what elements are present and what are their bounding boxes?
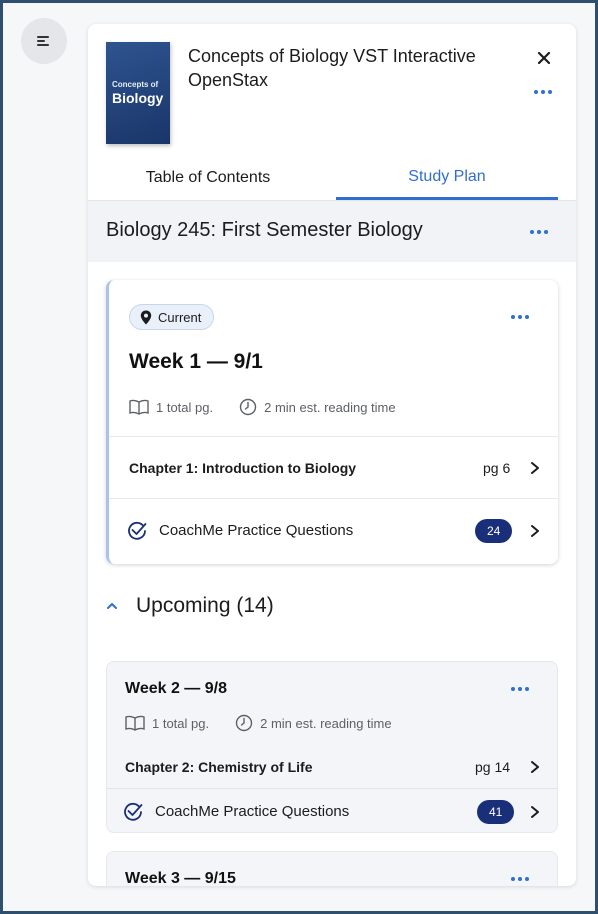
upcoming-label: Upcoming (14) <box>136 594 274 617</box>
book-cover: Concepts of Biology <box>106 42 170 144</box>
current-practice-label: CoachMe Practice Questions <box>159 522 354 539</box>
upcoming-week-title: Week 3 — 9/15 <box>125 870 236 886</box>
current-week-title: Week 1 — 9/1 <box>129 350 263 373</box>
current-practice-row[interactable]: CoachMe Practice Questions 24 <box>109 498 558 562</box>
current-chapter-row[interactable]: Chapter 1: Introduction to Biology pg 6 <box>109 436 558 498</box>
upcoming-toggle[interactable]: Upcoming (14) <box>106 594 274 618</box>
check-circle-icon <box>128 521 147 540</box>
book-title: Concepts of Biology VST Interactive Open… <box>188 46 476 90</box>
upcoming-chapter-row[interactable]: Chapter 2: Chemistry of Life pg 14 <box>107 746 557 788</box>
course-more-options-button[interactable] <box>530 230 548 234</box>
upcoming-week-more-options-button[interactable] <box>511 877 529 881</box>
close-button[interactable] <box>532 46 556 70</box>
chevron-up-icon <box>107 603 117 609</box>
study-panel: Concepts of Biology Concepts of Biology … <box>88 24 576 886</box>
course-header: Biology 245: First Semester Biology <box>88 200 576 262</box>
upcoming-practice-row[interactable]: CoachMe Practice Questions 41 <box>107 788 557 832</box>
current-week-more-options-button[interactable] <box>511 315 529 319</box>
chevron-right-icon <box>531 806 539 818</box>
current-total-pages: 1 total pg. <box>156 399 214 415</box>
book-icon <box>129 399 149 415</box>
current-chapter-page: pg 6 <box>483 459 511 476</box>
current-practice-count-badge: 24 <box>475 519 513 543</box>
book-more-options-button[interactable] <box>534 90 552 94</box>
cover-subtitle: Concepts of <box>112 80 159 89</box>
upcoming-week-title: Week 2 — 9/8 <box>125 680 227 697</box>
current-week-card: Current Week 1 — 9/1 1 total pg. 2 min e… <box>106 280 558 564</box>
chevron-right-icon <box>531 761 539 773</box>
upcoming-week-more-options-button[interactable] <box>511 687 529 691</box>
upcoming-week-card: Week 3 — 9/15 <box>106 851 558 886</box>
current-reading-time: 2 min est. reading time <box>264 399 396 415</box>
menu-button[interactable] <box>21 18 67 64</box>
upcoming-practice-count-badge: 41 <box>477 800 515 824</box>
tab-bar: Table of Contents Study Plan <box>88 156 576 200</box>
current-chapter-title: Chapter 1: Introduction to Biology <box>129 459 357 476</box>
cover-title: Biology <box>112 90 164 106</box>
upcoming-chapter-page: pg 14 <box>475 759 511 775</box>
upcoming-reading-time: 2 min est. reading time <box>260 715 392 731</box>
current-badge-label: Current <box>158 309 202 325</box>
clock-icon <box>239 398 257 416</box>
upcoming-week-card: Week 2 — 9/8 1 total pg. 2 min est. read… <box>106 661 558 833</box>
location-pin-icon <box>140 310 152 324</box>
chevron-right-icon <box>531 462 539 474</box>
current-week-meta: 1 total pg. 2 min est. reading time <box>129 398 422 416</box>
clock-icon <box>235 714 253 732</box>
book-icon <box>125 715 145 731</box>
current-badge: Current <box>129 304 215 330</box>
upcoming-practice-label: CoachMe Practice Questions <box>155 803 350 820</box>
upcoming-week-meta: 1 total pg. 2 min est. reading time <box>125 714 418 732</box>
course-title: Biology 245: First Semester Biology <box>106 219 423 241</box>
menu-icon <box>37 36 49 46</box>
close-icon <box>537 51 551 65</box>
tab-study-plan[interactable]: Study Plan <box>336 156 558 200</box>
check-circle-icon <box>124 802 143 821</box>
upcoming-chapter-title: Chapter 2: Chemistry of Life <box>125 759 313 775</box>
tab-table-of-contents[interactable]: Table of Contents <box>88 156 328 200</box>
upcoming-total-pages: 1 total pg. <box>152 715 210 731</box>
chevron-right-icon <box>531 525 539 537</box>
